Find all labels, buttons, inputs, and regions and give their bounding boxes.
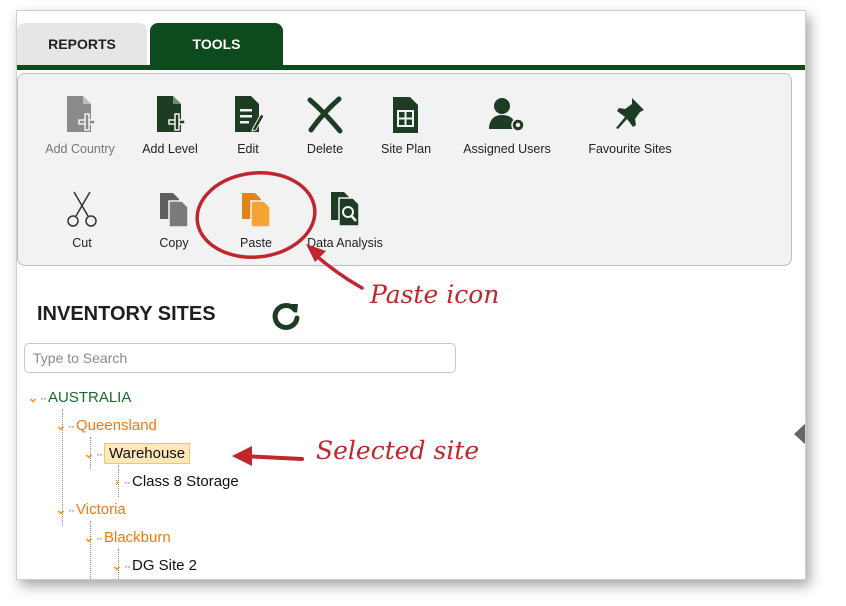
tree-node-queensland[interactable]: ⌄ ·· Queensland [55,417,157,434]
chevron-down-icon[interactable]: ⌄ [55,502,67,518]
paste-icon-annotation: Paste icon [370,280,500,309]
tree-node-victoria[interactable]: ⌄ ·· Victoria [55,501,126,518]
inventory-sites-title: INVENTORY SITES [37,303,216,325]
add-country-button[interactable]: Add Country [30,92,130,156]
tree-node-blackburn[interactable]: ⌄ ·· Blackburn [83,529,171,546]
user-gear-icon [457,92,557,138]
tree-node-australia[interactable]: ⌄ ·· AUSTRALIA [27,389,132,406]
paste-button[interactable]: Paste [206,186,306,250]
favourite-sites-label: Favourite Sites [588,142,672,156]
search-input[interactable] [24,343,456,373]
tree-node-label: Queensland [76,417,157,434]
tab-divider [17,65,805,70]
assigned-users-label: Assigned Users [463,142,551,156]
tree-node-label: Victoria [76,501,126,518]
chevron-down-icon[interactable]: ⌄ [111,558,123,574]
tab-tools[interactable]: TOOLS [150,23,283,65]
site-plan-icon [356,92,456,138]
site-plan-button[interactable]: Site Plan [356,92,456,156]
selected-site-label: Warehouse [104,443,191,464]
favourite-sites-button[interactable]: Favourite Sites [580,92,680,156]
tree-node-class-8-storage[interactable]: › ·· Class 8 Storage [111,473,239,490]
data-analysis-label: Data Analysis [307,236,383,250]
chevron-down-icon[interactable]: ⌄ [27,390,39,406]
data-analysis-icon [295,186,395,232]
cut-label: Cut [72,236,92,250]
tree-node-warehouse[interactable]: ⌄ ·· Warehouse [83,443,191,464]
add-country-label: Add Country [45,142,115,156]
tools-toolbar: Add Country Add Level Edit Delete Site P… [17,73,792,266]
site-plan-label: Site Plan [380,142,432,156]
chevron-down-icon[interactable]: ⌄ [55,418,67,434]
paste-icon [206,186,306,232]
tree-node-label: Class 8 Storage [132,473,239,490]
tab-reports[interactable]: REPORTS [17,23,147,65]
chevron-down-icon[interactable]: ⌄ [83,446,95,462]
tree-node-dg-site-2[interactable]: ⌄ ·· DG Site 2 [111,557,197,574]
tree-node-label: AUSTRALIA [48,389,132,406]
tree-node-label: DG Site 2 [132,557,198,574]
chevron-right-icon[interactable]: › [111,475,123,489]
pushpin-icon [580,92,680,138]
scissors-icon [32,186,132,232]
cut-button[interactable]: Cut [32,186,132,250]
selected-site-annotation: Selected site [316,436,480,465]
panel-collapse-handle[interactable] [794,423,805,445]
tree-node-label: Blackburn [104,529,171,546]
chevron-down-icon[interactable]: ⌄ [83,530,95,546]
add-document-icon [30,92,130,138]
refresh-icon[interactable] [271,301,301,331]
paste-label: Paste [240,236,272,250]
assigned-users-button[interactable]: Assigned Users [457,92,557,156]
data-analysis-button[interactable]: Data Analysis [295,186,395,250]
